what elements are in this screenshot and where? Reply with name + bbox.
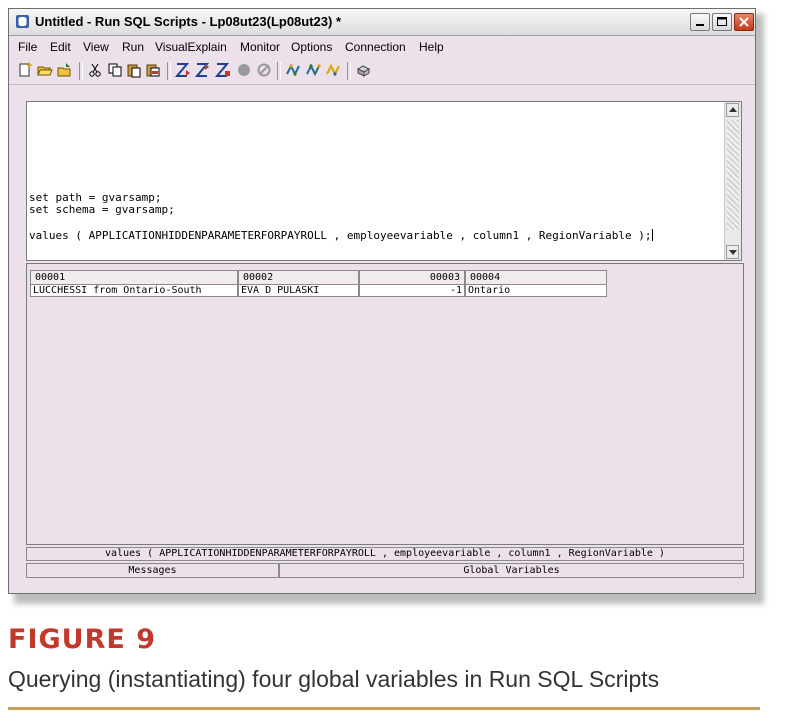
toolbar: [9, 58, 755, 85]
figure-title: FIGURE 9: [8, 624, 156, 655]
menu-run[interactable]: Run: [122, 40, 144, 54]
scroll-down-button[interactable]: [726, 245, 739, 259]
column-header[interactable]: 00002: [238, 270, 359, 285]
save-icon[interactable]: [57, 62, 73, 78]
menu-file-label: File: [18, 40, 38, 54]
close-icon: [739, 17, 749, 27]
copy-icon[interactable]: [107, 62, 123, 78]
toolbar-separator: [79, 62, 83, 80]
scroll-thumb[interactable]: [727, 120, 739, 230]
tab-global-variables[interactable]: Global Variables: [279, 563, 744, 578]
visual-explain-icon[interactable]: [285, 62, 301, 78]
menu-options[interactable]: Options: [291, 40, 332, 54]
column-header[interactable]: 00004: [465, 270, 607, 285]
maximize-button[interactable]: [712, 13, 732, 31]
results-pane: 00001 00002 00003 00004 LUCCHESSI from O…: [26, 263, 744, 545]
toolbar-separator: [347, 62, 351, 80]
menu-connection[interactable]: Connection: [345, 40, 406, 54]
arrow-down-icon: [729, 250, 737, 255]
menu-visual-explain[interactable]: VisualExplain: [155, 40, 227, 54]
menu-file[interactable]: File: [18, 40, 37, 54]
column-header[interactable]: 00003: [359, 270, 465, 285]
column-header[interactable]: 00001: [30, 270, 238, 285]
run-explain-icon[interactable]: [305, 62, 321, 78]
insert-icon[interactable]: [145, 62, 161, 78]
explain-icon[interactable]: [325, 62, 341, 78]
menu-help-label: Help: [419, 40, 444, 54]
menu-options-label: Options: [291, 40, 333, 54]
menu-view[interactable]: View: [83, 40, 109, 54]
tab-messages[interactable]: Messages: [26, 563, 279, 578]
arrow-up-icon: [729, 107, 737, 112]
statement-tab[interactable]: values ( APPLICATIONHIDDENPARAMETERFORPA…: [26, 547, 744, 561]
run-selected-icon[interactable]: [215, 62, 231, 78]
editor-vertical-scrollbar[interactable]: [724, 102, 741, 260]
stop-icon[interactable]: [236, 62, 252, 78]
title-bar[interactable]: Untitled - Run SQL Scripts - Lp08ut23(Lp…: [9, 9, 755, 36]
window-title: Untitled - Run SQL Scripts - Lp08ut23(Lp…: [35, 14, 342, 29]
result-cell[interactable]: EVA D PULASKI: [238, 284, 359, 297]
cancel-icon[interactable]: [256, 62, 272, 78]
print-icon[interactable]: [355, 62, 371, 78]
result-cell[interactable]: LUCCHESSI from Ontario-South: [30, 284, 238, 297]
toolbar-separator: [167, 62, 171, 80]
menu-run-label: Run: [122, 40, 145, 54]
new-icon[interactable]: [17, 62, 33, 78]
menu-edit-label: Edit: [50, 40, 71, 54]
menu-connection-label: Connection: [345, 40, 406, 54]
menu-monitor-label: Monitor: [240, 40, 281, 54]
menu-bar: File Edit View Run VisualExplain Monitor…: [9, 36, 755, 56]
menu-edit[interactable]: Edit: [50, 40, 71, 54]
run-all-icon[interactable]: [175, 62, 191, 78]
run-sql-scripts-window: Untitled - Run SQL Scripts - Lp08ut23(Lp…: [8, 8, 756, 594]
run-from-icon[interactable]: [195, 62, 211, 78]
maximize-icon: [717, 17, 727, 26]
toolbar-separator: [277, 62, 281, 80]
figure-divider: [8, 707, 760, 710]
editor-line[interactable]: values ( APPLICATIONHIDDENPARAMETERFORPA…: [29, 229, 653, 242]
menu-help[interactable]: Help: [419, 40, 444, 54]
figure-caption: Querying (instantiating) four global var…: [8, 666, 660, 692]
scroll-up-button[interactable]: [726, 103, 739, 117]
cut-icon[interactable]: [87, 62, 103, 78]
paste-icon[interactable]: [126, 62, 142, 78]
result-cell[interactable]: Ontario: [465, 284, 607, 297]
minimize-button[interactable]: [690, 13, 710, 31]
menu-visual-explain-label: VisualExplain: [155, 40, 227, 54]
minimize-icon: [696, 24, 704, 26]
result-cell[interactable]: -1: [359, 284, 465, 297]
open-icon[interactable]: [37, 62, 53, 78]
close-button[interactable]: [734, 13, 754, 31]
editor-line[interactable]: set schema = gvarsamp;: [29, 203, 175, 216]
database-app-icon: [16, 15, 29, 28]
text-cursor: [651, 229, 653, 241]
sql-editor[interactable]: set path = gvarsamp; set schema = gvarsa…: [26, 101, 742, 261]
menu-monitor[interactable]: Monitor: [240, 40, 280, 54]
menu-view-label: View: [83, 40, 109, 54]
editor-line-text: values ( APPLICATIONHIDDENPARAMETERFORPA…: [29, 229, 652, 242]
